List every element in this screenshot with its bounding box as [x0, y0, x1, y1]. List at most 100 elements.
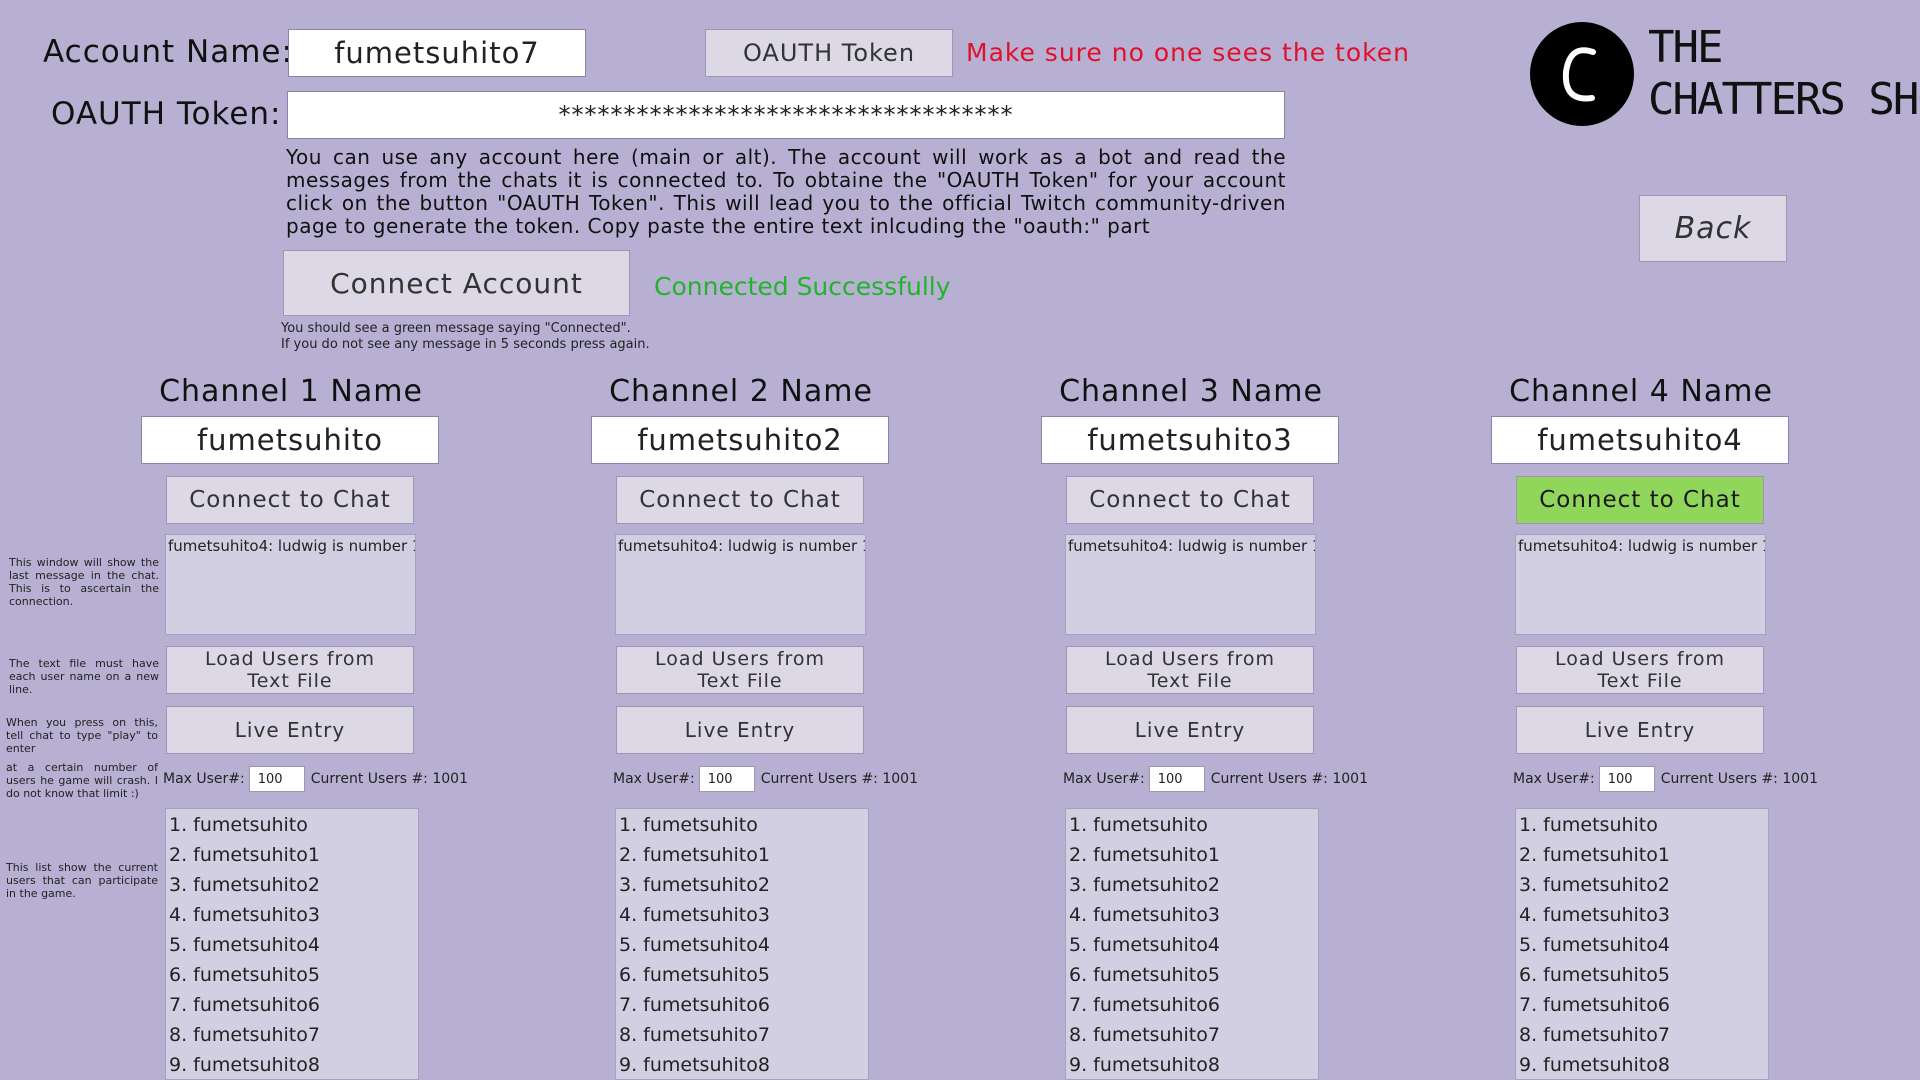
- user-list-item: 1. fumetsuhito: [619, 814, 758, 836]
- user-list-item: 7. fumetsuhito6: [1069, 994, 1220, 1016]
- user-list-item: 8. fumetsuhito7: [1069, 1024, 1220, 1046]
- last-message-box: fumetsuhito4: ludwig is number 1: [1515, 534, 1766, 635]
- user-list-item: 3. fumetsuhito2: [1519, 874, 1670, 896]
- live-entry-button[interactable]: Live Entry: [1516, 706, 1764, 754]
- max-user-label: Max User#:: [613, 771, 695, 787]
- back-button[interactable]: Back: [1639, 195, 1787, 262]
- load-users-label-2: Text File: [247, 670, 333, 692]
- load-users-label-2: Text File: [1147, 670, 1233, 692]
- user-list-item: 4. fumetsuhito3: [169, 904, 320, 926]
- account-name-input[interactable]: fumetsuhito7: [288, 29, 586, 77]
- note-chat-window: This window will show the last message i…: [9, 556, 159, 608]
- live-entry-button[interactable]: Live Entry: [1066, 706, 1314, 754]
- user-list-item: 3. fumetsuhito2: [169, 874, 320, 896]
- user-list-item: 4. fumetsuhito3: [1069, 904, 1220, 926]
- user-list-item: 7. fumetsuhito6: [619, 994, 770, 1016]
- connect-account-button[interactable]: Connect Account: [283, 250, 630, 316]
- user-list[interactable]: 1. fumetsuhito 2. fumetsuhito1 3. fumetsuh…: [615, 808, 869, 1080]
- note-live-entry: When you press on this, tell chat to typ…: [6, 716, 158, 755]
- channel-title: Channel 2 Name: [609, 374, 873, 409]
- user-list-item: 6. fumetsuhito5: [169, 964, 320, 986]
- user-list-item: 9. fumetsuhito8: [1519, 1054, 1670, 1076]
- note-text-file: The text file must have each user name o…: [9, 657, 159, 696]
- load-users-button[interactable]: Load Users from Text File: [1516, 646, 1764, 694]
- account-name-label: Account Name:: [43, 34, 293, 70]
- live-entry-button[interactable]: Live Entry: [616, 706, 864, 754]
- user-list-item: 5. fumetsuhito4: [1519, 934, 1670, 956]
- max-user-label: Max User#:: [1063, 771, 1145, 787]
- user-list-item: 3. fumetsuhito2: [619, 874, 770, 896]
- channel-name-input[interactable]: fumetsuhito3: [1041, 416, 1339, 464]
- current-users-label: Current Users #: 1001: [760, 771, 918, 787]
- last-message-box: fumetsuhito4: ludwig is number 1: [165, 534, 416, 635]
- oauth-token-input[interactable]: ***********************************: [287, 91, 1285, 139]
- user-list-item: 5. fumetsuhito4: [1069, 934, 1220, 956]
- load-users-button[interactable]: Load Users from Text File: [1066, 646, 1314, 694]
- max-users-row: Max User#: 100 Current Users #: 1001: [1063, 765, 1368, 793]
- chatters-show-logo: THE CHATTERS SHOW: [1530, 22, 1920, 126]
- max-user-input[interactable]: 100: [1598, 766, 1655, 792]
- user-list-item: 4. fumetsuhito3: [1519, 904, 1670, 926]
- logo-text-line2: CHATTERS SHOW: [1648, 74, 1920, 125]
- oauth-token-button[interactable]: OAUTH Token: [705, 29, 953, 77]
- last-message-box: fumetsuhito4: ludwig is number 1: [1065, 534, 1316, 635]
- last-message-box: fumetsuhito4: ludwig is number 1: [615, 534, 866, 635]
- connect-to-chat-button[interactable]: Connect to Chat: [1066, 476, 1314, 524]
- max-user-label: Max User#:: [1513, 771, 1595, 787]
- user-list-item: 1. fumetsuhito: [1519, 814, 1658, 836]
- load-users-button[interactable]: Load Users from Text File: [166, 646, 414, 694]
- user-list-item: 7. fumetsuhito6: [1519, 994, 1670, 1016]
- channel-name-input[interactable]: fumetsuhito: [141, 416, 439, 464]
- load-users-label-2: Text File: [697, 670, 783, 692]
- max-users-row: Max User#: 100 Current Users #: 1001: [1513, 765, 1818, 793]
- max-user-input[interactable]: 100: [698, 766, 755, 792]
- logo-text-line1: THE: [1648, 22, 1723, 73]
- account-help-text: You can use any account here (main or al…: [286, 145, 1286, 238]
- user-list-item: 9. fumetsuhito8: [169, 1054, 320, 1076]
- load-users-label-2: Text File: [1597, 670, 1683, 692]
- user-list-item: 7. fumetsuhito6: [169, 994, 320, 1016]
- channel-name-input[interactable]: fumetsuhito4: [1491, 416, 1789, 464]
- load-users-label-1: Load Users from: [654, 648, 826, 670]
- max-users-row: Max User#: 100 Current Users #: 1001: [613, 765, 918, 793]
- connect-note-1: You should see a green message saying "C…: [281, 321, 631, 336]
- max-user-input[interactable]: 100: [248, 766, 305, 792]
- current-users-label: Current Users #: 1001: [1660, 771, 1818, 787]
- max-users-row: Max User#: 100 Current Users #: 1001: [163, 765, 468, 793]
- channel-title: Channel 1 Name: [159, 374, 423, 409]
- connect-note-2: If you do not see any message in 5 secon…: [281, 337, 650, 352]
- channel-title: Channel 4 Name: [1509, 374, 1773, 409]
- user-list[interactable]: 1. fumetsuhito 2. fumetsuhito1 3. fumetsuh…: [1515, 808, 1769, 1080]
- user-list-item: 6. fumetsuhito5: [1069, 964, 1220, 986]
- user-list-item: 5. fumetsuhito4: [619, 934, 770, 956]
- user-list-item: 3. fumetsuhito2: [1069, 874, 1220, 896]
- note-user-list: This list show the current users that ca…: [6, 861, 158, 900]
- user-list-item: 2. fumetsuhito1: [1519, 844, 1670, 866]
- user-list-item: 5. fumetsuhito4: [169, 934, 320, 956]
- connection-status: Connected Successfully: [654, 272, 951, 301]
- token-warning: Make sure no one sees the token: [966, 38, 1410, 67]
- user-list-item: 2. fumetsuhito1: [619, 844, 770, 866]
- note-max-users: at a certain number of users he game wil…: [6, 761, 158, 800]
- max-user-input[interactable]: 100: [1148, 766, 1205, 792]
- user-list-item: 6. fumetsuhito5: [1519, 964, 1670, 986]
- user-list-item: 4. fumetsuhito3: [619, 904, 770, 926]
- user-list[interactable]: 1. fumetsuhito 2. fumetsuhito1 3. fumetsuh…: [1065, 808, 1319, 1080]
- current-users-label: Current Users #: 1001: [310, 771, 468, 787]
- logo-circle-icon: [1530, 22, 1634, 126]
- oauth-token-label: OAUTH Token:: [51, 96, 282, 132]
- user-list-item: 8. fumetsuhito7: [619, 1024, 770, 1046]
- load-users-button[interactable]: Load Users from Text File: [616, 646, 864, 694]
- connect-to-chat-button[interactable]: Connect to Chat: [1516, 476, 1764, 524]
- load-users-label-1: Load Users from: [1104, 648, 1276, 670]
- user-list-item: 1. fumetsuhito: [169, 814, 308, 836]
- load-users-label-1: Load Users from: [1554, 648, 1726, 670]
- channel-name-input[interactable]: fumetsuhito2: [591, 416, 889, 464]
- user-list-item: 2. fumetsuhito1: [169, 844, 320, 866]
- live-entry-button[interactable]: Live Entry: [166, 706, 414, 754]
- user-list-item: 2. fumetsuhito1: [1069, 844, 1220, 866]
- connect-to-chat-button[interactable]: Connect to Chat: [616, 476, 864, 524]
- current-users-label: Current Users #: 1001: [1210, 771, 1368, 787]
- user-list[interactable]: 1. fumetsuhito 2. fumetsuhito1 3. fumetsuh…: [165, 808, 419, 1080]
- connect-to-chat-button[interactable]: Connect to Chat: [166, 476, 414, 524]
